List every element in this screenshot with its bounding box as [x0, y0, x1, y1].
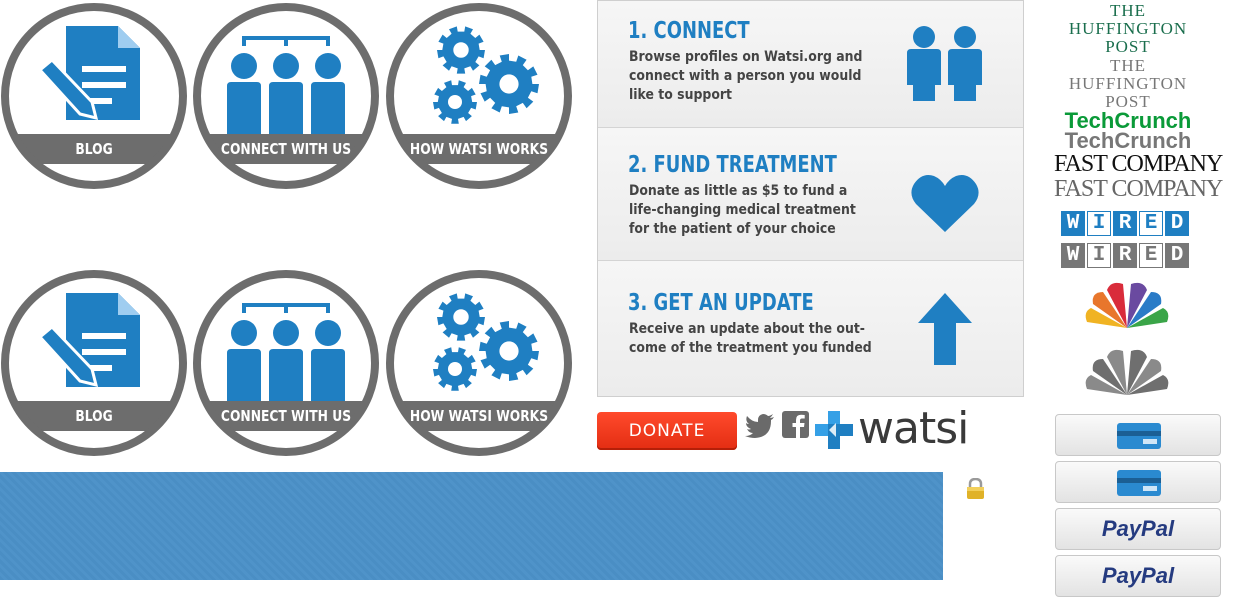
heart-icon — [911, 175, 979, 232]
circle-button-label: CONNECT WITH US — [220, 140, 352, 158]
donate-button[interactable]: DONATE — [597, 412, 737, 450]
paypal-button[interactable]: PayPal — [1055, 508, 1221, 550]
step-description: Donate as little as $5 to fund a life-cha… — [629, 183, 856, 237]
banner-area — [0, 472, 943, 580]
connect-with-us-button[interactable]: CONNECT WITH US — [192, 2, 380, 190]
wired-logo: W I R E D — [1061, 211, 1189, 236]
step-connect: 1. CONNECT Browse profiles on Watsi.org … — [598, 1, 1023, 128]
how-watsi-works-button[interactable]: HOW WATSI WORKS — [385, 2, 573, 190]
credit-card-icon — [1117, 470, 1161, 496]
step-get-update: 3. GET AN UPDATE Receive an update about… — [598, 261, 1023, 396]
blog-button[interactable]: BLOG — [0, 269, 188, 457]
lock-icon — [967, 478, 984, 499]
blog-button[interactable]: BLOG — [0, 2, 188, 190]
card-payment-button-alt[interactable] — [1055, 461, 1221, 503]
huffington-post-logo: THE HUFFINGTON POST — [1068, 1, 1188, 56]
fast-company-logo: FAST COMPANY — [1054, 151, 1223, 177]
people-icon — [907, 26, 982, 101]
how-it-works-panel: 1. CONNECT Browse profiles on Watsi.org … — [597, 0, 1024, 397]
circle-button-label: CONNECT WITH US — [220, 407, 352, 425]
circle-button-label: BLOG — [75, 140, 113, 158]
paypal-logo: PayPal — [1056, 509, 1220, 549]
twitter-icon[interactable] — [745, 414, 775, 438]
step-title: 3. GET AN UPDATE — [628, 290, 814, 316]
paypal-text: PayPal — [1101, 563, 1175, 588]
paypal-logo: PayPal — [1056, 556, 1220, 596]
paypal-button-alt[interactable]: PayPal — [1055, 555, 1221, 597]
huffington-post-logo-gray: THE HUFFINGTON POST — [1068, 56, 1188, 111]
card-payment-button[interactable] — [1055, 414, 1221, 456]
circle-button-label: HOW WATSI WORKS — [409, 407, 549, 425]
connect-with-us-button[interactable]: CONNECT WITH US — [192, 269, 380, 457]
step-description: Browse profiles on Watsi.org and connect … — [629, 49, 863, 103]
circle-button-label: HOW WATSI WORKS — [409, 140, 549, 158]
step-fund-treatment: 2. FUND TREATMENT Donate as little as $5… — [598, 128, 1023, 261]
wired-logo-gray: W I R E D — [1061, 243, 1189, 268]
how-watsi-works-button[interactable]: HOW WATSI WORKS — [385, 269, 573, 457]
facebook-icon[interactable] — [782, 411, 809, 438]
watsi-logo-icon — [815, 411, 853, 449]
step-description: Receive an update about the out-come of … — [629, 321, 872, 356]
paypal-text: PayPal — [1101, 516, 1175, 541]
credit-card-icon — [1117, 423, 1161, 449]
watsi-wordmark: watsi — [858, 403, 969, 454]
arrow-up-icon — [918, 293, 972, 365]
nbc-peacock-logo — [1085, 282, 1169, 328]
techcrunch-logo-gray: TechCrunch — [1064, 128, 1192, 153]
nbc-peacock-logo-gray — [1085, 349, 1169, 395]
fast-company-logo-gray: FAST COMPANY — [1054, 176, 1223, 202]
circle-button-label: BLOG — [75, 407, 113, 425]
step-title: 2. FUND TREATMENT — [628, 152, 837, 178]
step-title: 1. CONNECT — [628, 18, 750, 44]
